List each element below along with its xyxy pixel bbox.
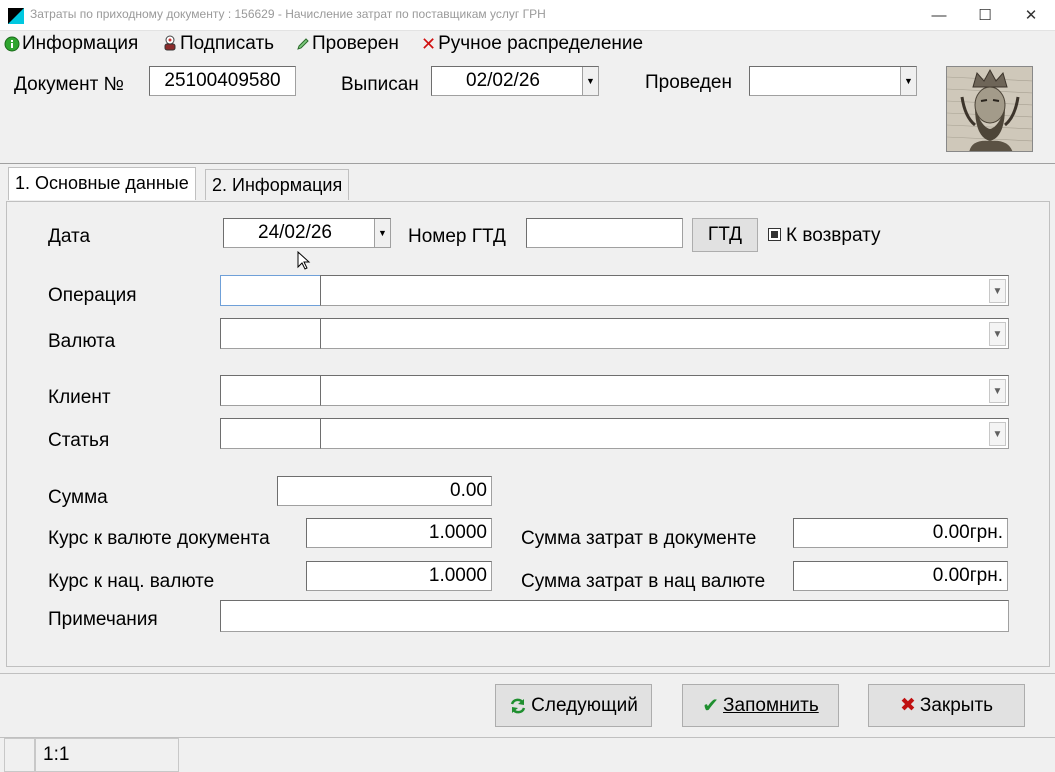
currency-code-field[interactable] bbox=[220, 318, 321, 349]
currency-label: Валюта bbox=[48, 331, 116, 352]
maximize-button[interactable]: ☐ bbox=[962, 0, 1008, 31]
posted-label: Проведен bbox=[645, 72, 732, 93]
toolbar-info[interactable]: Информация bbox=[4, 33, 138, 55]
notes-field[interactable] bbox=[220, 600, 1009, 632]
stamp-icon bbox=[164, 35, 176, 51]
cost-doc-label: Сумма затрат в документе bbox=[521, 528, 757, 549]
toolbar-manual-distribution[interactable]: ✕ Ручное распределение bbox=[421, 33, 643, 55]
toolbar-checked-label: Проверен bbox=[312, 33, 399, 54]
cost-nat-label: Сумма затрат в нац валюте bbox=[521, 571, 766, 592]
info-icon bbox=[4, 36, 20, 52]
operation-select[interactable]: ▼ bbox=[320, 275, 1009, 306]
doc-number-field[interactable]: 25100409580 bbox=[149, 66, 296, 96]
toolbar-sign-label: Подписать bbox=[180, 33, 275, 54]
date-field[interactable]: 24/02/26 ▼ bbox=[223, 218, 391, 248]
article-label: Статья bbox=[48, 430, 110, 451]
article-select[interactable]: ▼ bbox=[320, 418, 1009, 449]
issued-date-value: 02/02/26 bbox=[466, 70, 540, 91]
rate-doc-field[interactable]: 1.0000 bbox=[306, 518, 492, 548]
client-select[interactable]: ▼ bbox=[320, 375, 1009, 406]
notes-label: Примечания bbox=[48, 609, 158, 630]
tab-information[interactable]: 2. Информация bbox=[205, 169, 350, 200]
client-code-field[interactable] bbox=[220, 375, 321, 406]
posted-date-field[interactable]: ▼ bbox=[749, 66, 917, 96]
toolbar-info-label: Информация bbox=[22, 33, 139, 54]
cost-nat-field[interactable]: 0.00грн. bbox=[793, 561, 1008, 591]
status-cell-empty bbox=[4, 738, 35, 772]
chevron-down-icon[interactable]: ▼ bbox=[989, 422, 1006, 446]
next-button-label: Следующий bbox=[531, 694, 638, 716]
date-label: Дата bbox=[48, 226, 91, 247]
gtd-number-field[interactable] bbox=[526, 218, 683, 248]
portrait-image bbox=[946, 66, 1033, 152]
currency-select[interactable]: ▼ bbox=[320, 318, 1009, 349]
rate-nat-label: Курс к нац. валюте bbox=[48, 571, 215, 592]
close-button[interactable]: ✖ Закрыть bbox=[868, 684, 1025, 727]
next-button[interactable]: Следующий bbox=[495, 684, 652, 727]
save-button[interactable]: ✔ Запомнить bbox=[682, 684, 839, 727]
doc-number-label: Документ № bbox=[14, 74, 124, 95]
status-position: 1:1 bbox=[35, 738, 179, 772]
client-label: Клиент bbox=[48, 387, 111, 408]
tab-main-data[interactable]: 1. Основные данные bbox=[8, 167, 196, 200]
close-window-button[interactable]: ✕ bbox=[1008, 0, 1054, 31]
bottom-separator bbox=[0, 673, 1055, 674]
red-x-icon: ✖ bbox=[899, 695, 916, 716]
save-button-label: Запомнить bbox=[723, 694, 819, 716]
chevron-down-icon[interactable]: ▼ bbox=[989, 379, 1006, 403]
issued-date-field[interactable]: 02/02/26 ▼ bbox=[431, 66, 599, 96]
rate-nat-field[interactable]: 1.0000 bbox=[306, 561, 492, 591]
minimize-button[interactable]: — bbox=[916, 0, 962, 31]
checkbox-fill-icon bbox=[771, 231, 778, 238]
window-title: Затраты по приходному документу : 156629… bbox=[30, 7, 546, 21]
operation-label: Операция bbox=[48, 285, 137, 306]
date-value: 24/02/26 bbox=[258, 222, 332, 243]
gtd-button[interactable]: ГТД bbox=[692, 218, 758, 252]
cost-doc-field[interactable]: 0.00грн. bbox=[793, 518, 1008, 548]
toolbar-manual-distribution-label: Ручное распределение bbox=[438, 33, 644, 54]
operation-code-field[interactable] bbox=[220, 275, 321, 306]
sum-field[interactable]: 0.00 bbox=[277, 476, 492, 506]
issued-label: Выписан bbox=[341, 74, 419, 95]
title-bar: Затраты по приходному документу : 156629… bbox=[0, 0, 1055, 31]
red-x-icon: ✕ bbox=[421, 33, 437, 54]
date-dropdown-icon[interactable]: ▼ bbox=[374, 219, 390, 247]
mouse-cursor-icon bbox=[297, 251, 311, 270]
refresh-icon bbox=[510, 698, 526, 713]
rate-doc-label: Курс к валюте документа bbox=[48, 528, 270, 549]
issued-date-dropdown-icon[interactable]: ▼ bbox=[582, 67, 598, 95]
app-icon bbox=[8, 8, 24, 24]
return-label: К возврату bbox=[786, 225, 881, 246]
sum-label: Сумма bbox=[48, 487, 108, 508]
gtd-number-label: Номер ГТД bbox=[408, 226, 506, 247]
article-code-field[interactable] bbox=[220, 418, 321, 449]
chevron-down-icon[interactable]: ▼ bbox=[989, 322, 1006, 346]
checkmark-icon: ✔ bbox=[702, 695, 720, 717]
toolbar-sign[interactable]: Подписать bbox=[162, 33, 274, 55]
return-checkbox[interactable] bbox=[768, 228, 781, 241]
posted-date-dropdown-icon[interactable]: ▼ bbox=[900, 67, 916, 95]
pencil-icon bbox=[297, 38, 309, 50]
toolbar-checked[interactable]: Проверен bbox=[296, 33, 399, 55]
toolbar: Информация Подписать Проверен ✕ Ручное р… bbox=[0, 31, 1055, 56]
close-button-label: Закрыть bbox=[919, 694, 994, 716]
chevron-down-icon[interactable]: ▼ bbox=[989, 279, 1006, 303]
